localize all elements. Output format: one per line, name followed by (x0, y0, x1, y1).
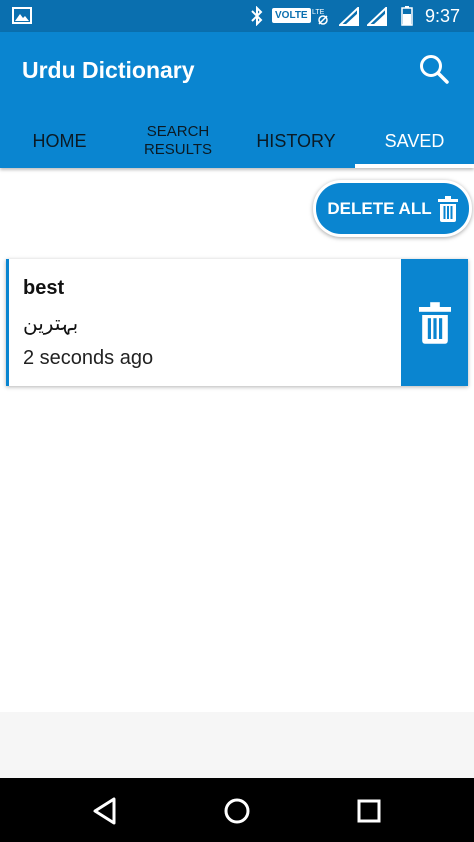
delete-all-button-body: DELETE ALL (316, 183, 469, 234)
tab-saved[interactable]: SAVED (355, 116, 474, 166)
home-icon[interactable] (220, 794, 254, 828)
app-bar: Urdu Dictionary HOME SEARCH RESULTS HIST… (0, 32, 474, 168)
status-time: 9:37 (425, 6, 461, 26)
signal-icon (367, 7, 387, 26)
svg-text:LTE: LTE (312, 9, 325, 16)
volte-badge: VOLTE (272, 8, 311, 23)
tab-label: HISTORY (256, 130, 336, 151)
tab-indicator (355, 164, 474, 168)
saved-translation: بہترین (23, 313, 79, 335)
saved-word: best (23, 277, 65, 299)
delete-item-button[interactable] (401, 259, 468, 386)
delete-all-button[interactable]: DELETE ALL (313, 180, 472, 237)
lte-icon: LTE (312, 9, 328, 25)
signal-icon (339, 7, 359, 26)
tab-label: HOME (32, 130, 87, 151)
battery-icon (401, 6, 413, 26)
recents-icon[interactable] (352, 794, 386, 828)
saved-item-card[interactable]: best بہترین 2 seconds ago (6, 259, 468, 386)
system-nav-bar (0, 778, 474, 842)
tab-label-line1: SEARCH (146, 123, 210, 140)
image-icon (12, 7, 32, 24)
trash-icon (437, 195, 458, 222)
status-bar: VOLTE LTE 9:37 (0, 0, 474, 32)
tab-label: SAVED (384, 130, 445, 151)
bottom-panel (0, 712, 474, 778)
back-icon[interactable] (88, 794, 122, 828)
tab-label-line2: RESULTS (143, 141, 213, 158)
app-title: Urdu Dictionary (22, 57, 195, 83)
tab-history[interactable]: HISTORY (237, 116, 355, 166)
card-accent-bar (6, 259, 9, 386)
bluetooth-icon (251, 6, 263, 26)
tab-search-results[interactable]: SEARCH RESULTS (119, 116, 237, 166)
tab-home[interactable]: HOME (0, 116, 119, 166)
trash-icon (418, 301, 451, 344)
tab-label: SEARCH RESULTS (144, 123, 212, 159)
delete-all-label: DELETE ALL (327, 198, 432, 218)
saved-timestamp: 2 seconds ago (23, 347, 154, 369)
search-icon[interactable] (418, 53, 450, 85)
